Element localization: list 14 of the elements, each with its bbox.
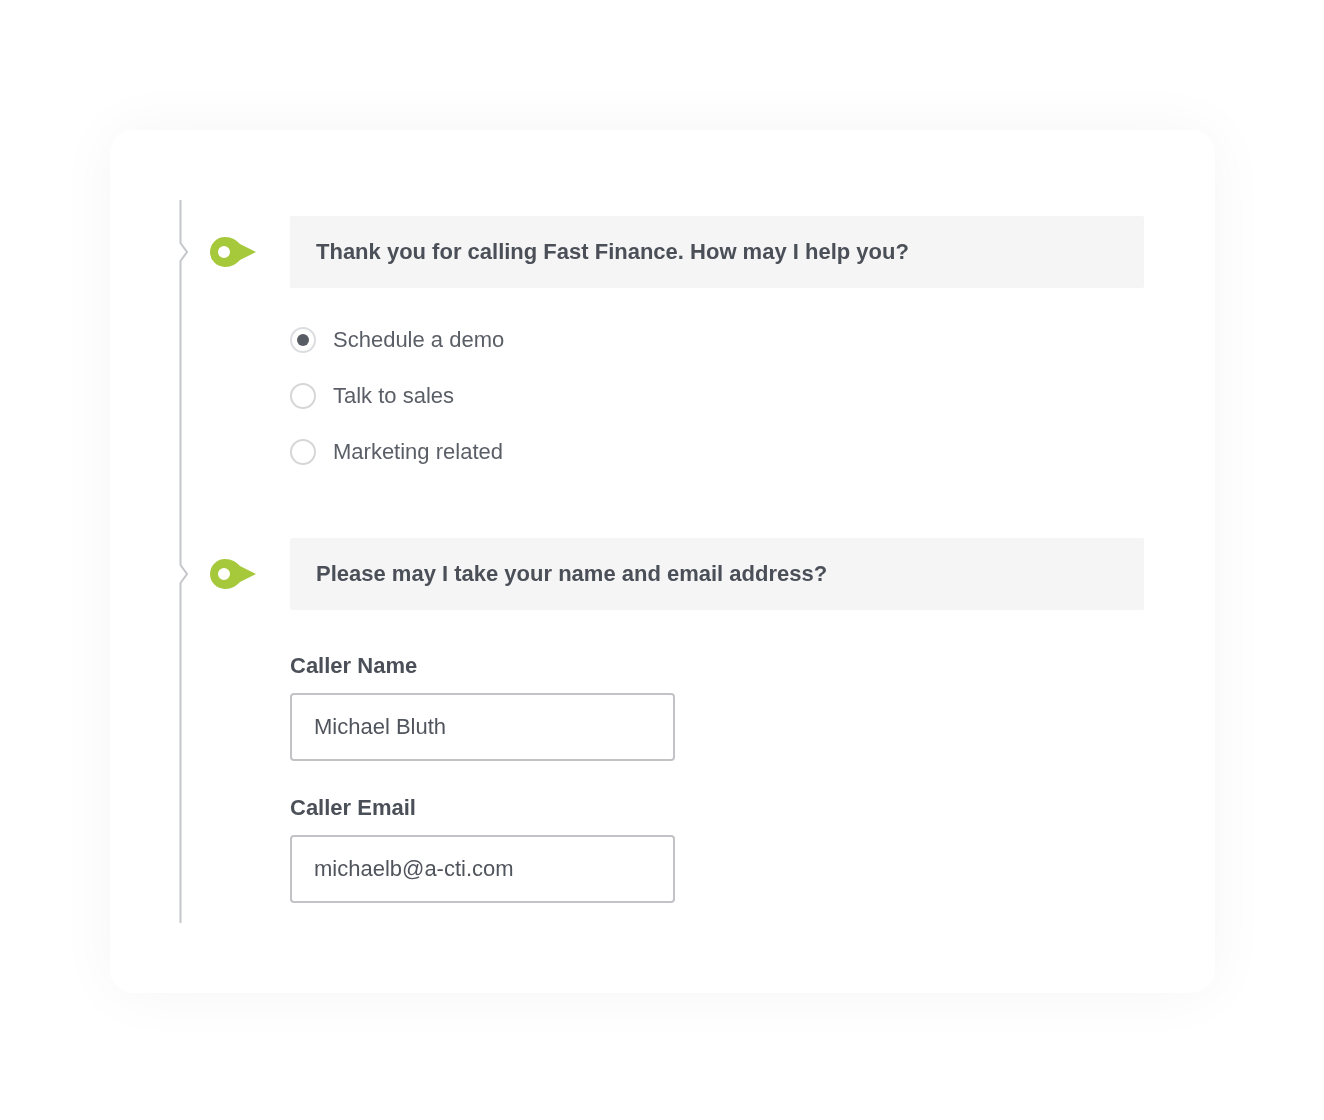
input-field[interactable]: michaelb@a-cti.com bbox=[290, 835, 675, 903]
radio-button[interactable] bbox=[290, 383, 316, 409]
field-label: Caller Name bbox=[290, 653, 418, 679]
radio-button[interactable] bbox=[290, 439, 316, 465]
field-label: Caller Email bbox=[290, 795, 416, 821]
radio-button[interactable] bbox=[290, 327, 316, 353]
input-field[interactable]: Michael Bluth bbox=[290, 693, 675, 761]
option-label[interactable]: Marketing related bbox=[333, 439, 503, 465]
option-label[interactable]: Talk to sales bbox=[333, 383, 455, 409]
question-banner: Thank you for calling Fast Finance. How may I help you? bbox=[290, 216, 1144, 288]
option-label[interactable]: Schedule a demo bbox=[333, 327, 505, 353]
question-banner: Please may I take your name and email address? bbox=[290, 538, 1144, 610]
pin-icon bbox=[210, 559, 256, 589]
pin-icon bbox=[210, 237, 256, 267]
